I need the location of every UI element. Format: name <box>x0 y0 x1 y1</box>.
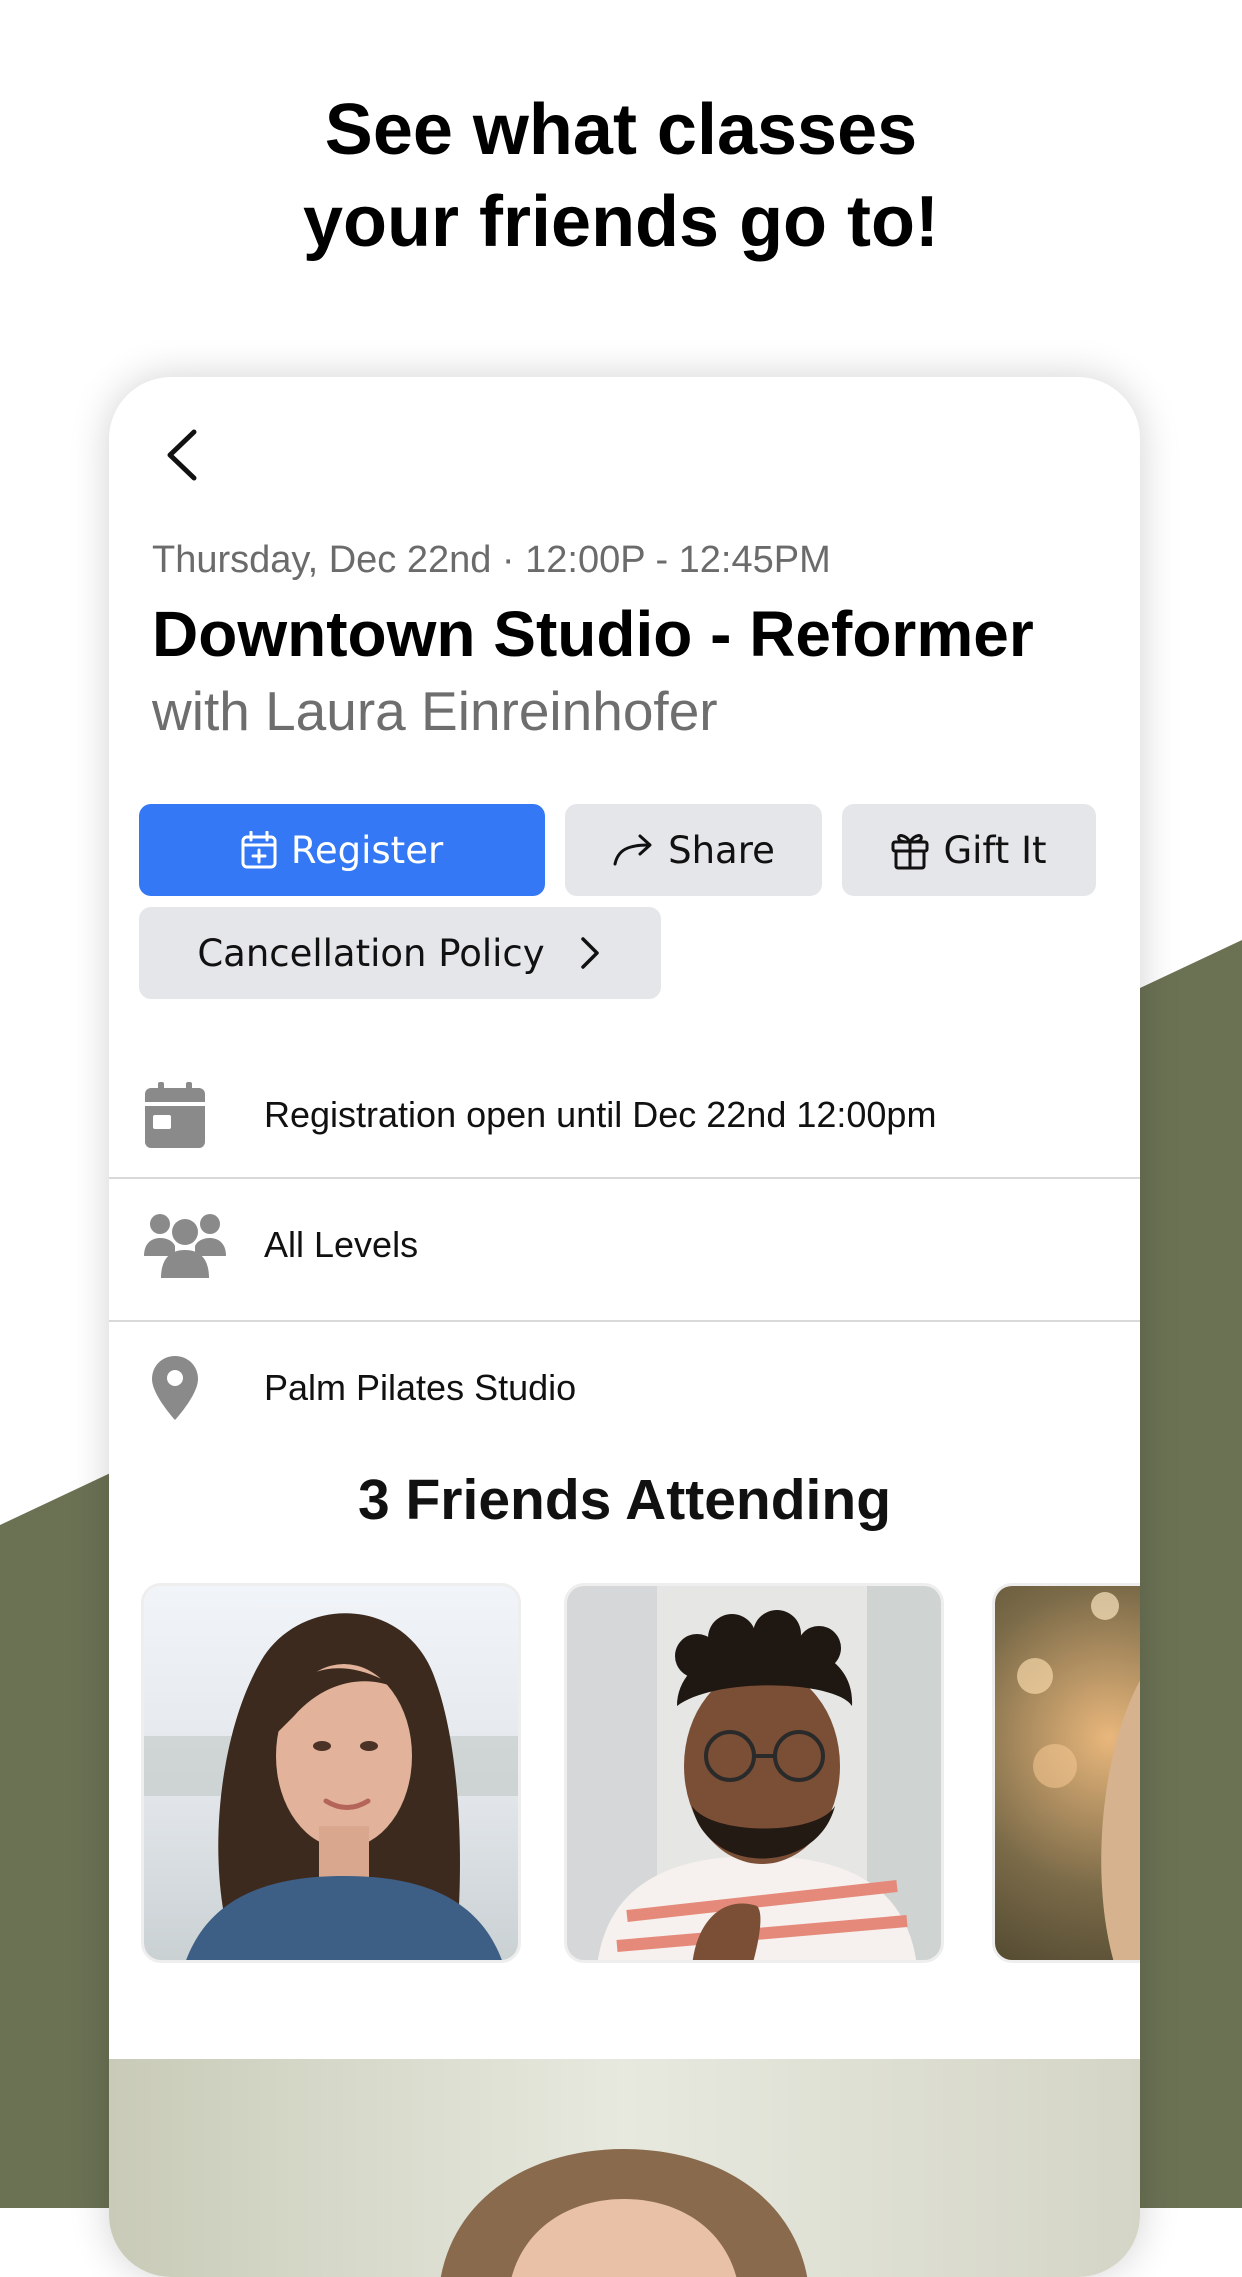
bottom-photo <box>109 2059 1140 2277</box>
friend-photo[interactable] <box>992 1583 1140 1963</box>
promo-headline-line2: your friends go to! <box>303 182 939 262</box>
gift-label: Gift It <box>943 828 1047 872</box>
gift-button[interactable]: Gift It <box>842 804 1096 896</box>
promo-headline-line1: See what classes <box>324 90 918 170</box>
location-row: Palm Pilates Studio <box>109 1320 1140 1456</box>
friend-photo[interactable] <box>564 1583 944 1963</box>
gift-icon <box>891 834 929 870</box>
calendar-icon <box>139 1079 211 1151</box>
friend-photo[interactable] <box>141 1583 521 1963</box>
register-button[interactable]: Register <box>139 804 545 896</box>
level-text: All Levels <box>264 1224 419 1265</box>
registration-row: Registration open until Dec 22nd 12:00pm <box>109 1047 1140 1183</box>
calendar-add-icon <box>241 831 277 869</box>
location-pin-icon <box>139 1352 211 1424</box>
cancellation-policy-button[interactable]: Cancellation Policy <box>139 907 661 999</box>
share-arrow-icon <box>613 834 652 866</box>
level-row: All Levels <box>109 1177 1140 1313</box>
friends-photo-carousel[interactable] <box>141 1583 1140 1969</box>
class-title: Downtown Studio - Reformer <box>152 598 1034 670</box>
share-label: Share <box>668 828 775 872</box>
chevron-left-icon <box>167 429 197 481</box>
class-instructor: with Laura Einreinhofer <box>152 680 718 742</box>
location-text: Palm Pilates Studio <box>264 1367 577 1408</box>
register-label: Register <box>290 828 444 872</box>
group-icon <box>143 1209 227 1281</box>
class-detail-card: Thursday, Dec 22nd · 12:00P - 12:45PM Do… <box>109 377 1140 2277</box>
registration-text: Registration open until Dec 22nd 12:00pm <box>264 1094 937 1135</box>
chevron-right-icon <box>580 937 599 969</box>
share-button[interactable]: Share <box>565 804 822 896</box>
friends-attending-title: 3 Friends Attending <box>357 1468 892 1532</box>
promo-headline: See what classes your friends go to! <box>0 84 1242 268</box>
class-datetime: Thursday, Dec 22nd · 12:00P - 12:45PM <box>152 539 831 581</box>
back-button[interactable] <box>159 425 203 485</box>
cancellation-policy-label: Cancellation Policy <box>197 931 545 975</box>
